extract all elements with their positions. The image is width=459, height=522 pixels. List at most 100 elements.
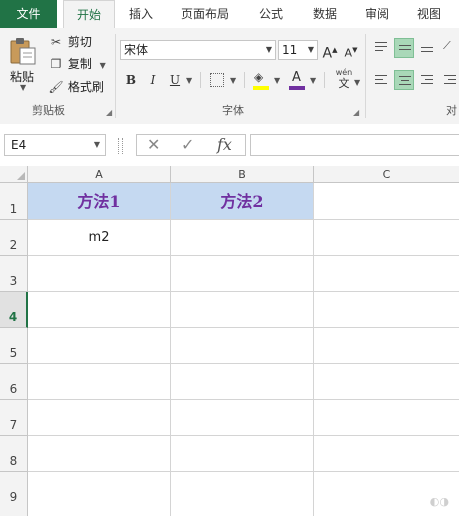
align-left-button[interactable] [371,70,391,90]
font-color-icon: A [292,70,301,85]
shrink-font-icon: A [344,46,353,60]
row-header-7[interactable]: 7 [0,400,28,436]
cell-a5[interactable] [28,328,171,364]
chevron-down-icon: ▼ [265,45,272,54]
cell-a9[interactable] [28,472,171,516]
column-header-c[interactable]: C [314,166,459,183]
align-center-button[interactable] [394,70,414,90]
bold-button[interactable]: B [122,70,140,90]
chevron-down-icon: ▼ [93,140,100,149]
row-header-2[interactable]: 2 [0,220,28,256]
formula-input[interactable] [250,134,459,156]
tab-review[interactable]: 审阅 [354,0,400,28]
align-top-icon [375,42,387,54]
select-all-button[interactable] [0,166,28,183]
italic-button[interactable]: I [144,70,162,90]
cell-b6[interactable] [171,364,314,400]
cell-c8[interactable] [314,436,459,472]
cell-c2[interactable] [314,220,459,256]
cell-a3[interactable] [28,256,171,292]
copy-button[interactable]: ❐ 复制 ▼ [48,54,106,74]
cut-button[interactable]: ✂ 剪切 [48,32,92,52]
cell-b7[interactable] [171,400,314,436]
cell-b9[interactable] [171,472,314,516]
cell-a7[interactable] [28,400,171,436]
shrink-font-button[interactable]: A▼ [343,40,359,60]
row-header-8[interactable]: 8 [0,436,28,472]
cell-c1[interactable] [314,183,459,220]
borders-dropdown-icon[interactable]: ▼ [230,76,236,85]
cell-c4[interactable] [314,292,459,328]
cell-b1[interactable]: 方法2 [171,183,314,220]
fill-color-dropdown-icon[interactable]: ▼ [274,76,280,85]
indent-button[interactable] [440,70,459,90]
cell-a1[interactable]: 方法1 [28,183,171,220]
row-header-3[interactable]: 3 [0,256,28,292]
cell-b5[interactable] [171,328,314,364]
underline-button[interactable]: U [166,70,184,90]
row-header-6[interactable]: 6 [0,364,28,400]
cell-a2[interactable]: m2 [28,220,171,256]
column-header-b[interactable]: B [171,166,314,183]
font-size-value: 11 [282,43,298,57]
orientation-button[interactable]: ⟋ [440,38,459,58]
align-right-button[interactable] [417,70,437,90]
row-header-9[interactable]: 9 [0,472,28,516]
grow-font-button[interactable]: A▲ [322,40,338,62]
align-top-button[interactable] [371,38,391,58]
cell-b3[interactable] [171,256,314,292]
cell-a6[interactable] [28,364,171,400]
tab-formulas[interactable]: 公式 [248,0,294,28]
cell-a8[interactable] [28,436,171,472]
enter-icon[interactable]: ✓ [181,135,194,155]
cell-b4[interactable] [171,292,314,328]
font-launcher-icon[interactable]: ◢ [353,108,359,117]
cell-c7[interactable] [314,400,459,436]
tab-file[interactable]: 文件 [0,0,57,28]
font-size-combo[interactable]: 11 ▼ [278,40,318,60]
tab-view[interactable]: 视图 [406,0,452,28]
row-header-5[interactable]: 5 [0,328,28,364]
fill-color-button[interactable]: ◈ [252,70,270,90]
cell-b8[interactable] [171,436,314,472]
font-color-button[interactable]: A [288,70,306,90]
row-header-4[interactable]: 4 [0,292,28,328]
copy-dropdown-icon[interactable]: ▼ [100,61,106,70]
clipboard-group-label: 剪贴板 [32,104,65,117]
clipboard-launcher-icon[interactable]: ◢ [106,108,112,117]
paint-bucket-icon: ◈ [254,70,264,84]
phonetic-dropdown-icon[interactable]: ▼ [354,78,360,87]
name-box[interactable]: E4 ▼ [4,134,106,156]
align-right-icon [421,75,433,87]
cancel-icon[interactable]: ✕ [147,135,160,155]
cell-c9[interactable] [314,472,459,516]
row-header-1[interactable]: 1 [0,183,28,220]
resize-grip[interactable] [118,138,123,154]
underline-dropdown-icon[interactable]: ▼ [186,76,192,85]
align-middle-button[interactable] [394,38,414,58]
cell-c5[interactable] [314,328,459,364]
cell-c6[interactable] [314,364,459,400]
format-painter-button[interactable]: 🖌 格式刷 [48,77,103,97]
select-all-icon [17,172,25,180]
cell-c3[interactable] [314,256,459,292]
divider [244,72,245,88]
copy-icon: ❐ [50,57,62,71]
cell-a4[interactable] [28,292,171,328]
scissors-icon: ✂ [50,35,62,49]
grow-font-icon: A [322,45,333,62]
align-bottom-button[interactable] [417,38,437,58]
ribbon-home: 粘贴 ▼ ✂ 剪切 ❐ 复制 ▼ 🖌 格式刷 剪贴板 ◢ 宋体 ▼ 11 ▼ A… [0,28,459,125]
insert-function-icon[interactable]: fx [217,135,232,155]
tab-page-layout[interactable]: 页面布局 [172,0,238,28]
tab-insert[interactable]: 插入 [118,0,164,28]
font-color-dropdown-icon[interactable]: ▼ [310,76,316,85]
borders-icon[interactable] [210,73,224,87]
column-header-a[interactable]: A [28,166,171,183]
indent-icon [444,75,456,87]
tab-home[interactable]: 开始 [63,0,115,30]
cell-b2[interactable] [171,220,314,256]
font-name-combo[interactable]: 宋体 ▼ [120,40,276,60]
tab-data[interactable]: 数据 [302,0,348,28]
paste-dropdown-icon[interactable]: ▼ [20,83,26,92]
